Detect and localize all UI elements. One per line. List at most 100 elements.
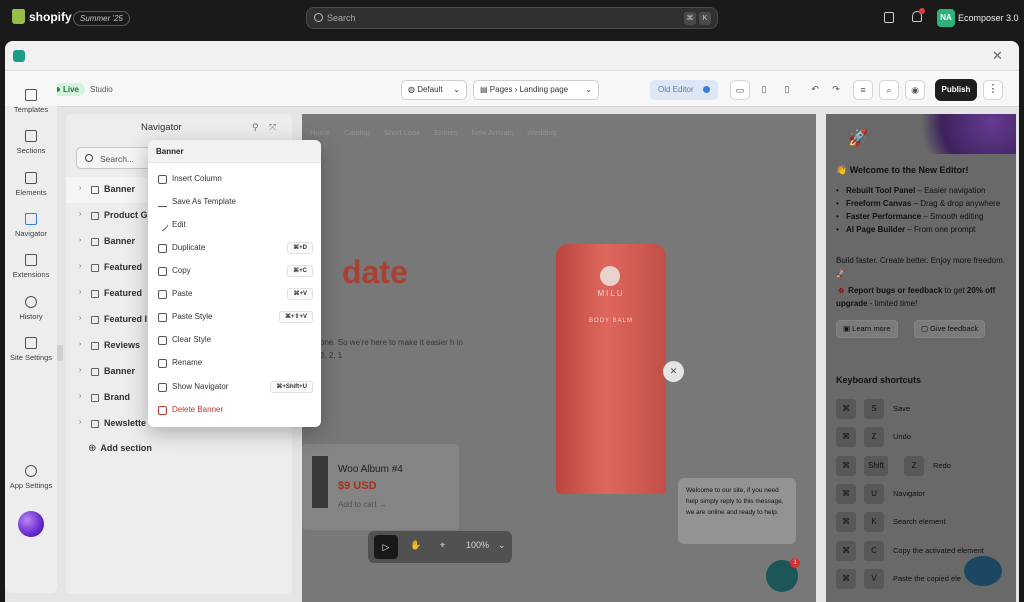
menu-item-rename[interactable]: Rename	[148, 352, 321, 375]
store-nav-link[interactable]: New Arrivals	[472, 128, 514, 137]
hand-pan-icon[interactable]: ✋	[410, 540, 421, 551]
chevron-right-icon[interactable]: ›	[79, 289, 81, 296]
rail-item-elements[interactable]: Elements	[5, 172, 57, 197]
studio-label[interactable]: Studio	[90, 85, 113, 94]
save-download-icon	[158, 198, 167, 207]
store-nav-link[interactable]: Catalog	[344, 128, 370, 137]
ai-assistant-orb[interactable]	[18, 511, 44, 537]
menu-item-copy[interactable]: Copy ⌘+C	[148, 260, 321, 283]
inspect-icon[interactable]: ⌕	[879, 80, 899, 100]
welcome-title: 👋 Welcome to the New Editor!	[836, 165, 969, 175]
rail-item-extensions[interactable]: Extensions	[5, 254, 57, 279]
menu-item-insert-column[interactable]: Insert Column	[148, 168, 321, 191]
menu-item-duplicate[interactable]: Duplicate ⌘+D	[148, 237, 321, 260]
rail-item-label: Extensions	[12, 270, 50, 279]
store-icon[interactable]	[884, 12, 894, 23]
more-options-icon[interactable]: ⋮	[983, 80, 1003, 100]
page-select[interactable]: ▤ Pages › Landing page ⌄	[473, 80, 599, 100]
store-name[interactable]: Ecomposer 3.0	[958, 13, 1019, 23]
chevron-right-icon[interactable]: ›	[79, 367, 81, 374]
menu-item-clear-style[interactable]: Clear Style	[148, 329, 321, 352]
decorative-planet-art	[896, 114, 1016, 154]
menu-item-delete-banner[interactable]: Delete Banner	[148, 399, 321, 422]
banner-copy[interactable]: one. So we're here to make it easier h i…	[320, 336, 470, 362]
support-chat-icon[interactable]	[964, 556, 1002, 586]
rail-item-site-settings[interactable]: Site Settings	[5, 337, 57, 362]
expand-icon[interactable]: ⤧	[269, 122, 276, 133]
store-nav-link[interactable]: Entries	[434, 128, 457, 137]
shortcut-action: Copy the activated element	[893, 546, 984, 555]
publish-button[interactable]: Publish	[935, 79, 977, 101]
product-card[interactable]: Woo Album #4 $9 USD Add to cart →	[302, 444, 459, 530]
give-feedback-button[interactable]: ▢ Give feedback	[914, 320, 986, 338]
chevron-right-icon[interactable]: ›	[79, 211, 81, 218]
navigator-search-input[interactable]: Search...	[76, 147, 151, 169]
rename-icon	[158, 359, 167, 368]
rail-item-sections[interactable]: Sections	[5, 130, 57, 155]
fit-screen-icon[interactable]: ⌖	[440, 540, 445, 551]
chevron-right-icon[interactable]: ›	[79, 419, 81, 426]
chevron-down-icon: ⌄	[453, 85, 460, 94]
rail-item-history[interactable]: History	[5, 296, 57, 321]
chevron-right-icon[interactable]: ›	[79, 185, 81, 192]
tablet-view-icon[interactable]: ▯	[754, 80, 774, 100]
feature-item: Rebuilt Tool Panel – Easier navigation	[836, 184, 1008, 197]
pin-icon[interactable]: ⚲	[252, 122, 259, 133]
menu-item-label: Paste Style	[172, 312, 213, 321]
shortcut-key: C	[864, 541, 884, 561]
close-icon[interactable]: ✕	[663, 361, 684, 382]
pencil-icon	[156, 219, 169, 232]
chevron-right-icon[interactable]: ›	[79, 341, 81, 348]
editor-canvas[interactable]: Home Catalog Short Look Entries New Arri…	[302, 114, 816, 602]
menu-item-paste[interactable]: Paste ⌘+V	[148, 283, 321, 306]
banner-headline[interactable]: date	[342, 254, 408, 291]
user-avatar[interactable]: NA	[937, 9, 955, 27]
store-nav-link[interactable]: Wedding	[527, 128, 556, 137]
navigator-row-label: Banner	[104, 366, 136, 376]
chevron-down-icon[interactable]: ⌄	[498, 540, 506, 551]
device-select[interactable]: ◍ Default ⌄	[401, 80, 467, 100]
learn-more-button[interactable]: ▣ Learn more	[836, 320, 898, 338]
redo-icon[interactable]: ↷	[826, 80, 846, 100]
navigator-row-label: Product G	[104, 210, 148, 220]
shopify-search-input[interactable]: Search ⌘ K	[306, 7, 718, 29]
collapse-handle[interactable]	[57, 345, 63, 361]
chevron-right-icon[interactable]: ›	[79, 237, 81, 244]
old-editor-toggle[interactable]: Old Editor	[650, 80, 718, 100]
store-nav-link[interactable]: Home	[310, 128, 330, 137]
menu-item-edit[interactable]: Edit	[148, 214, 321, 237]
rail-item-navigator[interactable]: Navigator	[5, 213, 57, 238]
chevron-right-icon[interactable]: ›	[79, 263, 81, 270]
store-nav-link[interactable]: Short Look	[384, 128, 420, 137]
summer-edition-badge[interactable]: Summer '25	[73, 11, 130, 26]
menu-item-save-as-template[interactable]: Save As Template	[148, 191, 321, 214]
menu-item-paste-style[interactable]: Paste Style ⌘+⇧+V	[148, 306, 321, 329]
rail-item-label: Sections	[16, 146, 46, 155]
close-icon[interactable]: ✕	[992, 48, 1003, 64]
rail-item-app-settings[interactable]: App Settings	[5, 465, 57, 490]
desktop-view-icon[interactable]: ▭	[730, 80, 750, 100]
undo-icon[interactable]: ↶	[805, 80, 825, 100]
shortcut-key: ⌘	[836, 484, 856, 504]
add-to-cart-link[interactable]: Add to cart →	[338, 500, 387, 509]
chevron-right-icon[interactable]: ›	[79, 315, 81, 322]
right-info-panel: 🚀 👋 Welcome to the New Editor! Rebuilt T…	[826, 114, 1016, 602]
feature-item: AI Page Builder – From one prompt	[836, 223, 1008, 236]
rail-item-templates[interactable]: Templates	[5, 89, 57, 114]
shortcut-action: Save	[893, 404, 911, 413]
search-icon	[85, 154, 93, 162]
preview-eye-icon[interactable]: ◉	[905, 80, 925, 100]
shopify-logo[interactable]: shopify	[12, 9, 72, 24]
notification-bell-icon[interactable]	[912, 8, 925, 22]
feature-list: Rebuilt Tool Panel – Easier navigation F…	[836, 184, 1008, 236]
chevron-right-icon[interactable]: ›	[79, 393, 81, 400]
add-section-button[interactable]: Add section	[88, 443, 152, 454]
settings-sliders-icon[interactable]: ≡	[853, 80, 873, 100]
mobile-view-icon[interactable]: ▯	[777, 80, 797, 100]
menu-item-show-navigator[interactable]: Show Navigator ⌘+Shift+U	[148, 376, 321, 399]
zoom-level[interactable]: 100%	[466, 540, 489, 550]
chat-bubble-icon[interactable]: 1	[766, 558, 800, 592]
search-icon	[314, 13, 323, 22]
product-tube-image[interactable]: MILU BODY BALM	[556, 244, 666, 494]
select-pointer-icon[interactable]: ▷	[374, 535, 398, 559]
